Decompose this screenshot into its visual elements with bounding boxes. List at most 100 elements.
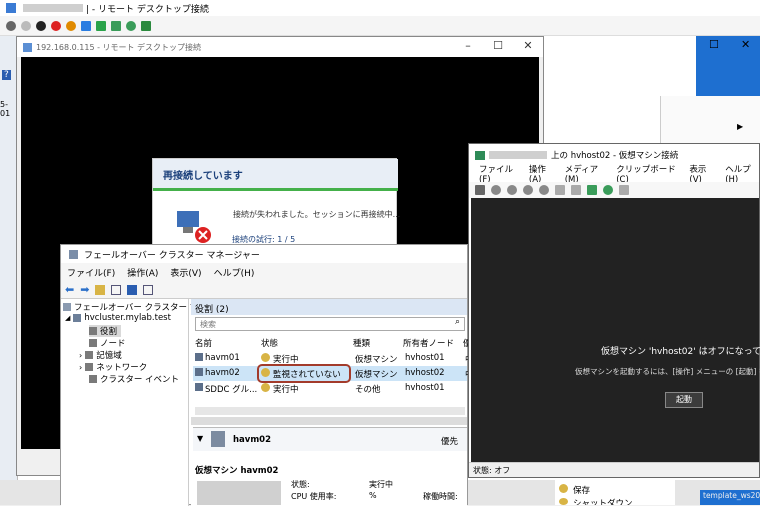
chevron-right-icon[interactable]: ›: [79, 363, 82, 372]
menu-action[interactable]: 操作(A): [127, 266, 158, 279]
events-icon: [89, 375, 97, 383]
save-icon: [559, 484, 568, 493]
show-hide-tree-icon[interactable]: [111, 284, 122, 295]
action-shutdown[interactable]: シャットダウン: [573, 498, 633, 505]
horizontal-scrollbar[interactable]: [195, 407, 465, 415]
detail-value-cpu: %: [369, 491, 377, 500]
menu-view[interactable]: 表示(V): [170, 266, 201, 279]
vm-start-hint: 仮想マシンを起動するには、[操作] メニューの [起動] をクリ: [575, 367, 760, 376]
storage-icon: [85, 351, 94, 359]
column-status[interactable]: 状態: [261, 337, 278, 349]
shutdown-icon[interactable]: [51, 20, 61, 31]
sddc-icon: [195, 383, 203, 391]
ctrl-alt-del-icon[interactable]: [6, 20, 16, 31]
vm-thumbnail: [197, 481, 281, 505]
roles-icon: [89, 327, 97, 335]
start-icon[interactable]: [21, 20, 31, 31]
search-input[interactable]: 検索: [195, 317, 465, 331]
properties-icon[interactable]: [143, 284, 154, 295]
splitter[interactable]: [191, 417, 467, 425]
tree-item-label: ネットワーク: [96, 363, 148, 373]
tree-item-label: 役割: [100, 327, 118, 337]
nodes-icon: [89, 339, 97, 347]
chevron-right-icon[interactable]: ›: [79, 351, 82, 360]
column-owner[interactable]: 所有者ノード: [403, 337, 454, 349]
navigation-tree: フェールオーバー クラスター マネージャー ◢ hvcluster.mylab.…: [61, 299, 240, 506]
minimize-icon[interactable]: –: [461, 39, 475, 52]
enhanced-session-icon[interactable]: [619, 185, 629, 195]
running-icon: [261, 353, 270, 362]
forward-arrow-icon[interactable]: ➡: [80, 283, 89, 296]
close-icon[interactable]: ✕: [741, 38, 750, 51]
vm-connection-toolbar: [469, 182, 759, 198]
fcm-title-bar: フェールオーバー クラスター マネージャー: [61, 245, 467, 263]
tree-item-nodes[interactable]: ノード: [89, 337, 126, 349]
fcm-title: フェールオーバー クラスター マネージャー: [84, 250, 260, 261]
role-owner: hvhost01: [405, 353, 445, 363]
detail-header: ▼ havm02 優先: [193, 427, 467, 451]
vm-display-area[interactable]: 仮想マシン 'hvhost02' はオフになっています 仮想マシンを起動するには…: [471, 198, 760, 462]
desktop-background: [696, 36, 760, 96]
vm-large-icon: [211, 431, 225, 447]
start-icon[interactable]: [491, 185, 501, 195]
cluster-manager-icon: [63, 303, 71, 311]
detail-field-cpu: CPU 使用率:: [291, 492, 337, 501]
revert-icon[interactable]: [603, 185, 613, 195]
checkpoint-icon[interactable]: [587, 185, 597, 195]
column-type[interactable]: 種類: [353, 337, 370, 349]
checkpoint-icon[interactable]: [111, 20, 121, 31]
resume-icon[interactable]: [571, 185, 581, 195]
role-type: その他: [355, 385, 381, 395]
revert-icon[interactable]: [126, 20, 136, 31]
close-icon[interactable]: ✕: [521, 39, 535, 52]
back-arrow-icon[interactable]: ⬅: [65, 283, 74, 296]
pause-icon[interactable]: [81, 20, 91, 31]
network-error-icon: [177, 211, 211, 243]
detail-right-label: 優先: [441, 437, 459, 447]
help-icon[interactable]: ?: [2, 70, 11, 80]
tree-cluster[interactable]: ◢ hvcluster.mylab.test: [65, 313, 171, 323]
start-button[interactable]: 起動: [665, 392, 703, 408]
maximize-icon[interactable]: ☐: [709, 38, 719, 51]
tree-item-events[interactable]: クラスター イベント: [89, 373, 179, 385]
help-icon[interactable]: [127, 284, 138, 295]
roles-header: 役割 (2): [191, 299, 467, 315]
role-name: havm01: [205, 353, 240, 363]
menu-file[interactable]: ファイル(F): [67, 266, 115, 279]
reconnect-message: 接続が失われました。セッションに再接続中...: [233, 210, 401, 219]
table-row[interactable]: SDDC グル... 実行中 その他 hvhost01: [193, 381, 467, 396]
tree-item-label: ノード: [100, 339, 126, 349]
enhanced-session-icon[interactable]: [141, 20, 151, 31]
save-icon[interactable]: [539, 185, 549, 195]
role-owner: hvhost02: [405, 368, 445, 378]
shutdown-icon: [559, 498, 568, 505]
tree-item-networks[interactable]: › ネットワーク: [79, 361, 148, 374]
vm-connect-icon: [475, 150, 485, 160]
cluster-icon: [73, 314, 82, 322]
chevron-right-icon[interactable]: ▶: [737, 122, 743, 131]
turn-off-icon[interactable]: [507, 185, 517, 195]
detail-value-state: 実行中: [369, 480, 393, 489]
action-save[interactable]: 保存: [573, 484, 590, 496]
tree-item-storage[interactable]: › 記憶域: [79, 349, 122, 362]
power-icon[interactable]: [66, 20, 76, 31]
column-name[interactable]: 名前: [195, 337, 212, 349]
menu-help[interactable]: ヘルプ(H): [214, 266, 255, 279]
vm-icon: [195, 353, 203, 361]
roles-pane: 役割 (2) 検索 ⌕ 名前 状態 種類 所有者ノード 優 havm01 実行中…: [191, 299, 474, 506]
chevron-down-icon[interactable]: ◢: [65, 314, 70, 322]
fcm-menu-bar: ファイル(F) 操作(A) 表示(V) ヘルプ(H): [61, 263, 467, 281]
detail-vm-name: havm02: [233, 435, 272, 445]
up-folder-icon[interactable]: [95, 284, 106, 295]
ctrl-alt-del-icon[interactable]: [475, 185, 485, 195]
search-icon[interactable]: ⌕: [455, 317, 460, 327]
shutdown-icon[interactable]: [523, 185, 533, 195]
resume-icon[interactable]: [96, 20, 106, 31]
pause-icon[interactable]: [555, 185, 565, 195]
failover-cluster-manager-window: フェールオーバー クラスター マネージャー ファイル(F) 操作(A) 表示(V…: [60, 244, 474, 506]
vm-icon: [195, 368, 203, 376]
tree-item-roles[interactable]: 役割: [89, 325, 122, 337]
turn-off-icon[interactable]: [36, 20, 46, 31]
maximize-icon[interactable]: ☐: [491, 39, 505, 52]
chevron-down-icon[interactable]: ▼: [197, 434, 203, 443]
